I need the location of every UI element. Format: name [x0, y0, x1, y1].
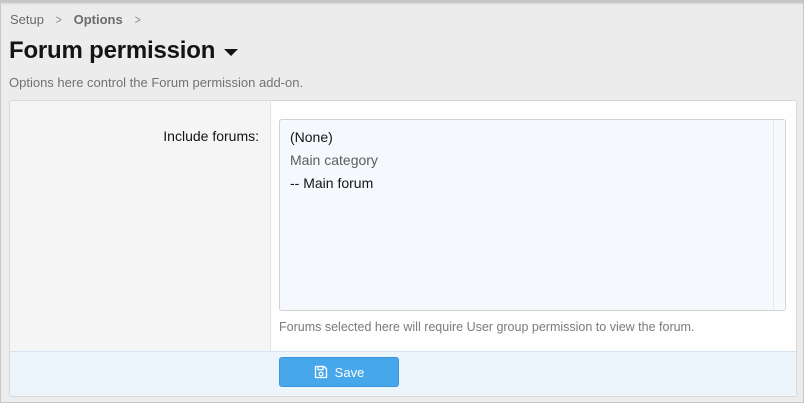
listbox-scrollbar[interactable] — [773, 120, 785, 310]
option-none[interactable]: (None) — [290, 129, 333, 145]
page-frame: Setup > Options > Forum permission Optio… — [0, 0, 804, 403]
option-main-forum[interactable]: -- Main forum — [290, 175, 373, 191]
breadcrumb-separator: > — [134, 12, 141, 27]
top-shadow — [1, 1, 804, 5]
breadcrumb: Setup > Options > — [10, 12, 152, 27]
breadcrumb-options[interactable]: Options — [74, 12, 123, 27]
include-forums-listbox[interactable]: (None) Main category -- Main forum — [279, 119, 786, 311]
form-footer: Save — [10, 351, 796, 396]
options-panel: Include forums: (None) Main category -- … — [9, 100, 797, 397]
floppy-disk-icon — [314, 365, 327, 379]
optgroup-main-category: Main category — [290, 152, 378, 168]
label-column: Include forums: — [10, 101, 271, 351]
include-forums-label: Include forums: — [163, 128, 259, 144]
field-hint: Forums selected here will require User g… — [279, 320, 695, 334]
save-button[interactable]: Save — [279, 357, 399, 387]
breadcrumb-setup[interactable]: Setup — [10, 12, 44, 27]
page-description: Options here control the Forum permissio… — [9, 75, 304, 90]
page-title: Forum permission — [9, 37, 216, 64]
value-column: (None) Main category -- Main forum Forum… — [271, 101, 796, 351]
breadcrumb-separator: > — [55, 12, 62, 27]
caret-down-icon[interactable] — [224, 48, 239, 56]
title-row: Forum permission — [9, 37, 239, 65]
save-button-label: Save — [334, 364, 365, 380]
